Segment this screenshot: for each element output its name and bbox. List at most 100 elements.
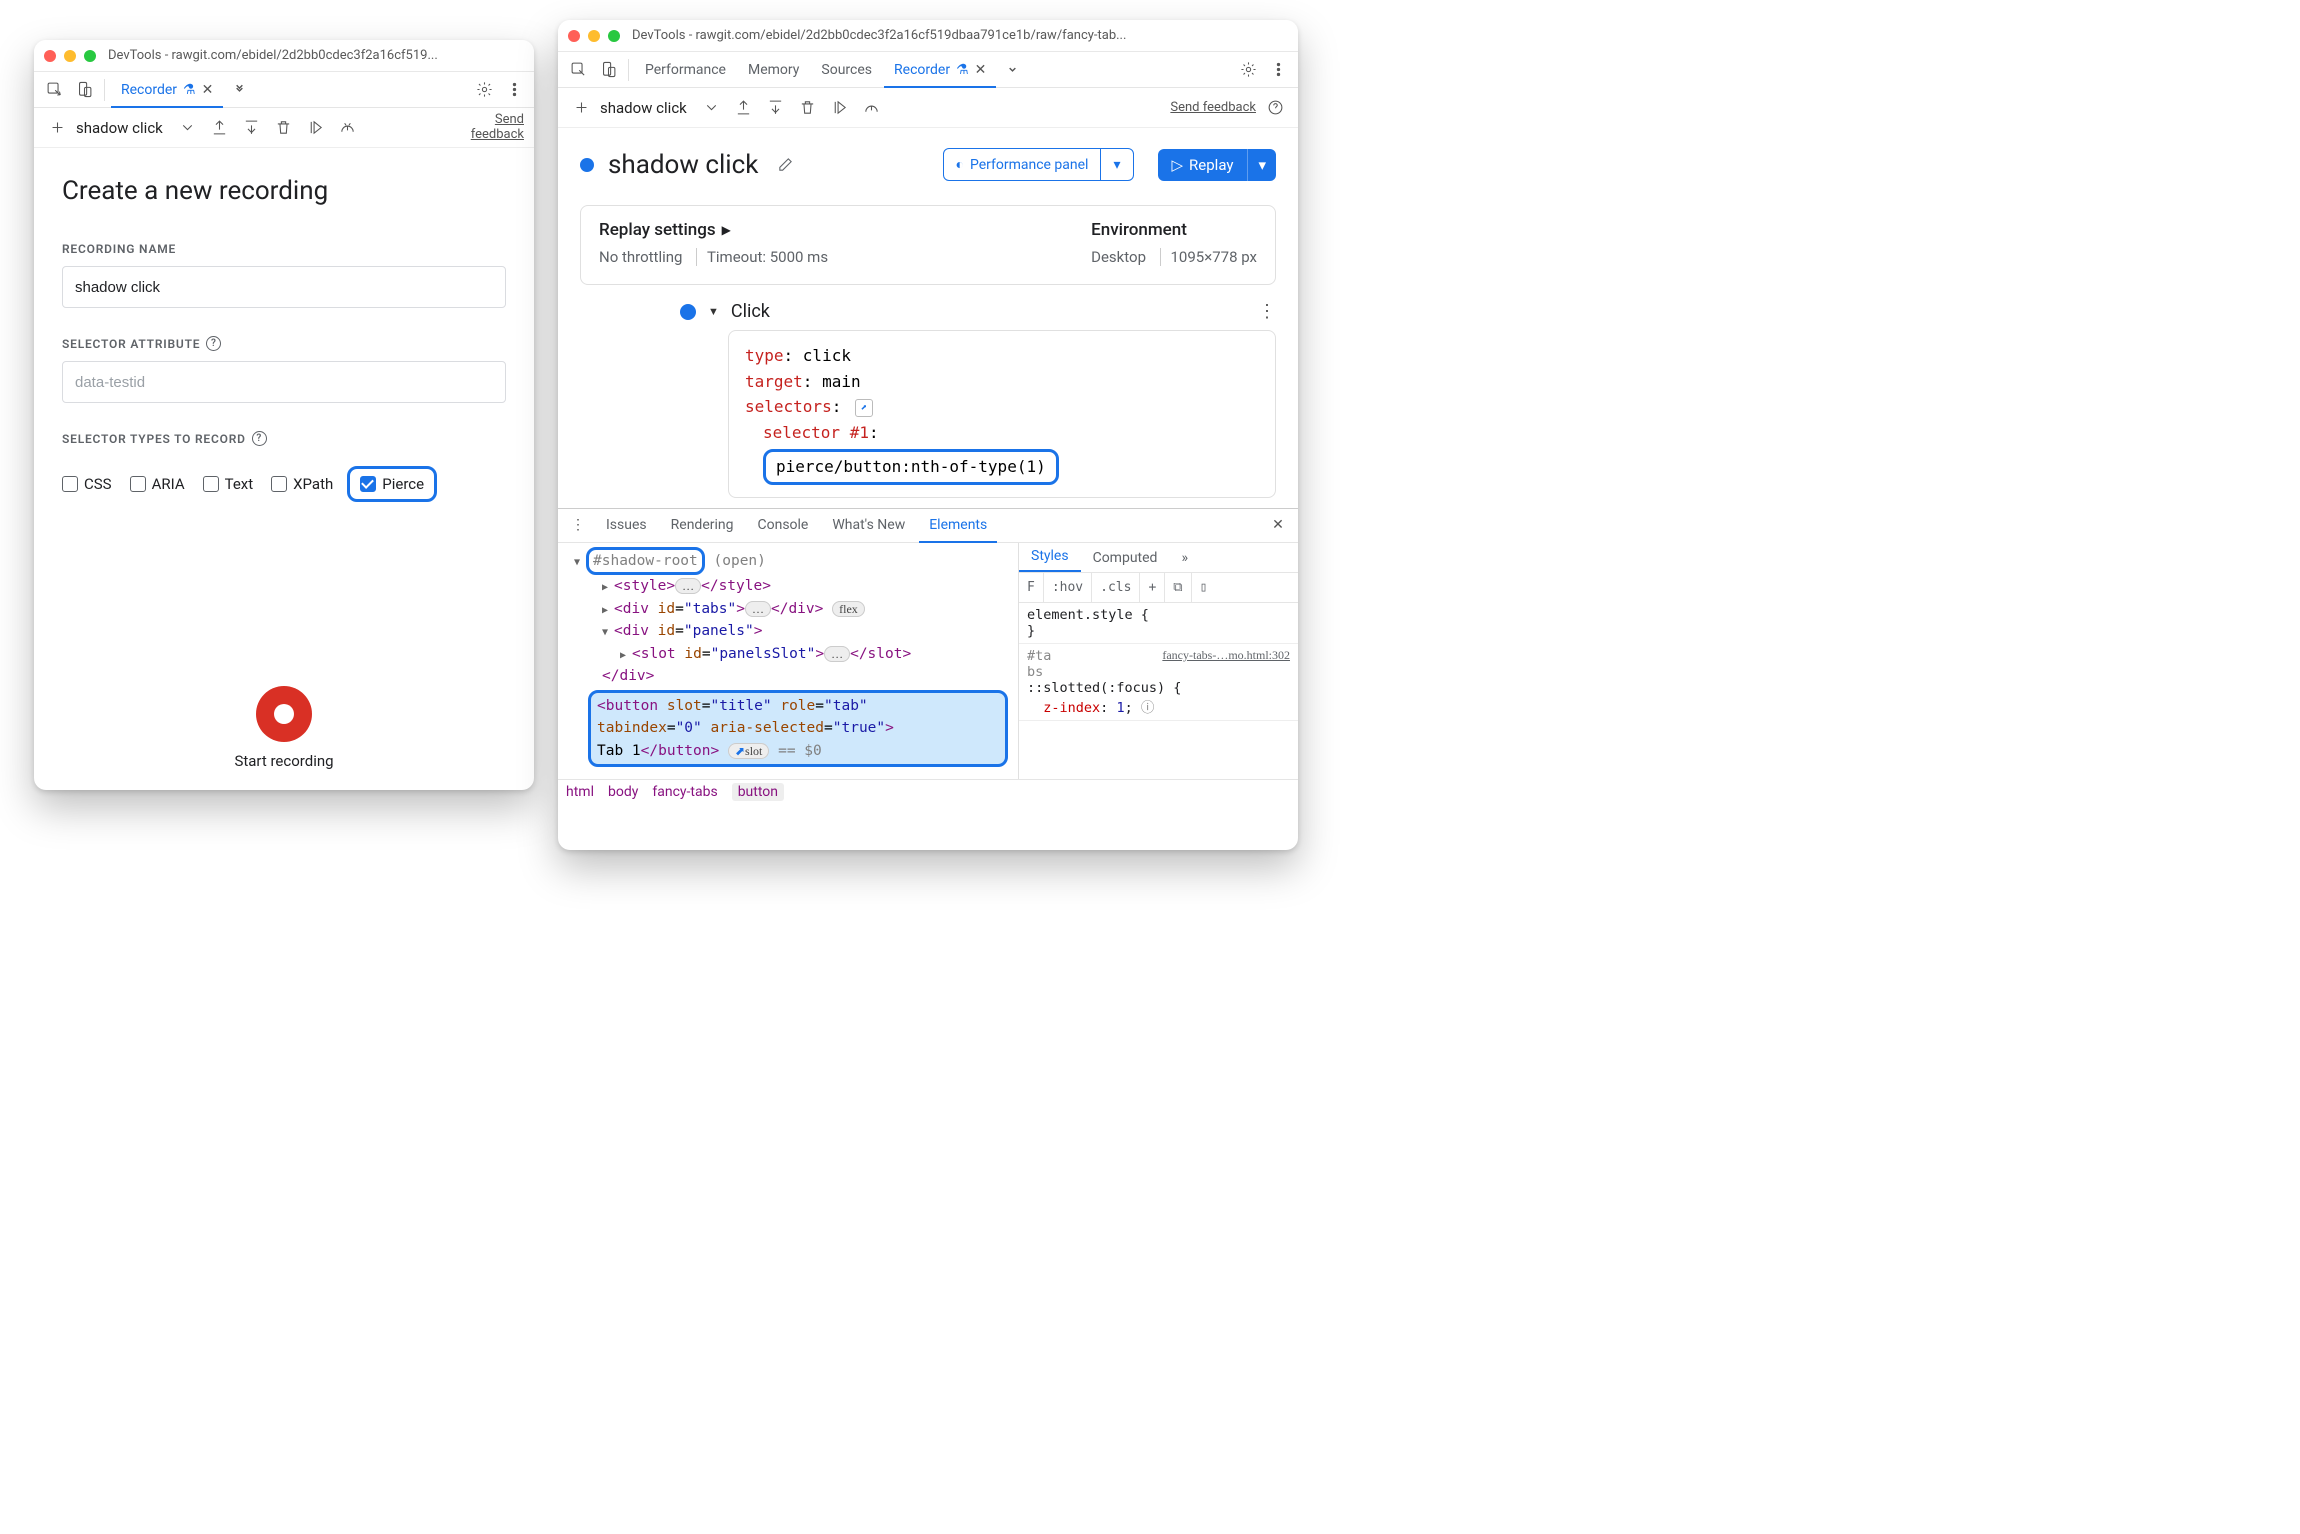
settings-icon[interactable] <box>1234 56 1262 84</box>
step-play-icon[interactable] <box>827 95 853 121</box>
devtools-tabstrip: Performance Memory Sources Recorder ⚗︎ ✕ <box>558 52 1298 88</box>
devtools-window-right: DevTools - rawgit.com/ebidel/2d2bb0cdec3… <box>558 20 1298 850</box>
inspect-icon[interactable] <box>40 76 68 104</box>
kebab-menu-icon[interactable] <box>1264 56 1292 84</box>
settings-icon[interactable] <box>470 76 498 104</box>
step-play-icon[interactable] <box>303 115 329 141</box>
breadcrumb[interactable]: html body fancy-tabs button <box>558 779 1298 805</box>
tab-performance[interactable]: Performance <box>635 52 736 87</box>
close-window-icon[interactable] <box>44 50 56 62</box>
devtools-window-left: DevTools - rawgit.com/ebidel/2d2bb0cdec3… <box>34 40 534 790</box>
panel-dropdown-icon[interactable]: ▾ <box>1100 149 1132 180</box>
export-icon[interactable] <box>731 95 757 121</box>
crumb-body[interactable]: body <box>608 784 638 800</box>
replay-settings-card: Replay settings ▶ No throttling Timeout:… <box>580 205 1276 285</box>
new-style-rule-icon[interactable]: + <box>1140 573 1165 602</box>
help-icon[interactable]: ? <box>252 431 267 446</box>
close-tab-icon[interactable]: ✕ <box>202 82 214 98</box>
computed-toggle-icon[interactable]: ⧉ <box>1165 573 1191 602</box>
styles-tab-styles[interactable]: Styles <box>1019 542 1081 572</box>
kebab-menu-icon[interactable] <box>500 76 528 104</box>
export-icon[interactable] <box>207 115 233 141</box>
checkbox-pierce[interactable]: Pierce <box>360 475 424 493</box>
step-row-click[interactable]: ▼ Click ⋮ <box>580 301 1276 322</box>
tab-recorder[interactable]: Recorder ⚗︎ ✕ <box>111 72 223 107</box>
delete-icon[interactable] <box>795 95 821 121</box>
checkbox-aria[interactable]: ARIA <box>130 466 185 502</box>
start-recording-button[interactable] <box>256 686 312 742</box>
flow-title: shadow click <box>608 150 758 180</box>
shadow-root-highlight: #shadow-root <box>586 547 705 575</box>
performance-panel-button[interactable]: ◐Performance panel ▾ <box>943 148 1134 181</box>
styles-pane: Styles Computed » F :hov .cls + ⧉ ▯ elem… <box>1018 543 1298 779</box>
crumb-fancy-tabs[interactable]: fancy-tabs <box>652 784 717 800</box>
step-menu-icon[interactable]: ⋮ <box>1258 301 1276 322</box>
drawer-tab-issues[interactable]: Issues <box>596 509 657 542</box>
dropdown-icon[interactable] <box>699 95 725 121</box>
replay-dropdown-icon[interactable]: ▾ <box>1247 149 1276 181</box>
style-rule-slotted[interactable]: fancy-tabs-…mo.html:302 #tabs ::slotted(… <box>1019 644 1298 721</box>
inspect-icon[interactable] <box>564 56 592 84</box>
style-rule-element[interactable]: element.style {} <box>1019 603 1298 644</box>
pierce-highlight: Pierce <box>347 466 437 502</box>
slow-replay-icon[interactable] <box>335 115 361 141</box>
crumb-button[interactable]: button <box>732 783 784 801</box>
tab-recorder[interactable]: Recorder ⚗︎ ✕ <box>884 52 996 87</box>
styles-filter-input[interactable]: F <box>1019 573 1044 602</box>
help-icon[interactable]: ? <box>206 336 221 351</box>
edit-name-icon[interactable] <box>772 152 798 178</box>
checkbox-css[interactable]: CSS <box>62 466 112 502</box>
styles-tab-computed[interactable]: Computed <box>1081 544 1170 572</box>
send-feedback-link[interactable]: Send feedback <box>1170 100 1256 115</box>
add-recording-icon[interactable] <box>44 115 70 141</box>
add-recording-icon[interactable] <box>568 95 594 121</box>
crumb-html[interactable]: html <box>566 784 594 800</box>
selector-picker-icon[interactable]: ⬈ <box>855 399 873 417</box>
send-feedback-link[interactable]: Send feedback <box>464 113 524 142</box>
collapse-icon[interactable]: ▼ <box>708 305 719 318</box>
drawer-tab-elements[interactable]: Elements <box>919 509 997 542</box>
selector-attribute-input[interactable] <box>62 361 506 403</box>
drawer-tab-rendering[interactable]: Rendering <box>661 509 744 542</box>
delete-icon[interactable] <box>271 115 297 141</box>
dom-tree[interactable]: ▼#shadow-root (open) ▶<style>…</style> ▶… <box>558 543 1018 779</box>
timeout-value: Timeout: 5000 ms <box>696 248 828 266</box>
recording-name-input[interactable] <box>62 266 506 308</box>
more-tabs-icon[interactable] <box>998 56 1026 84</box>
dropdown-icon[interactable] <box>175 115 201 141</box>
maximize-window-icon[interactable] <box>608 30 620 42</box>
slow-replay-icon[interactable] <box>859 95 885 121</box>
tab-memory[interactable]: Memory <box>738 52 809 87</box>
rule-source-link[interactable]: fancy-tabs-…mo.html:302 <box>1162 648 1290 663</box>
tab-sources[interactable]: Sources <box>811 52 882 87</box>
checkbox-text[interactable]: Text <box>203 466 254 502</box>
device-value: Desktop <box>1091 248 1146 266</box>
expand-icon: ▶ <box>722 223 731 237</box>
styles-more-tabs-icon[interactable]: » <box>1169 544 1200 572</box>
sidebar-toggle-icon[interactable]: ▯ <box>1192 573 1216 602</box>
more-tabs-icon[interactable] <box>225 76 253 104</box>
help-icon[interactable] <box>1262 95 1288 121</box>
close-tab-icon[interactable]: ✕ <box>975 62 987 78</box>
device-toggle-icon[interactable] <box>594 56 622 84</box>
step-name: Click <box>731 301 770 322</box>
device-toggle-icon[interactable] <box>70 76 98 104</box>
hov-toggle[interactable]: :hov <box>1044 573 1092 602</box>
replay-button[interactable]: ▷Replay ▾ <box>1158 149 1277 181</box>
maximize-window-icon[interactable] <box>84 50 96 62</box>
minimize-window-icon[interactable] <box>588 30 600 42</box>
minimize-window-icon[interactable] <box>64 50 76 62</box>
import-icon[interactable] <box>763 95 789 121</box>
cls-toggle[interactable]: .cls <box>1092 573 1140 602</box>
drawer-tab-console[interactable]: Console <box>747 509 818 542</box>
replay-settings-heading[interactable]: Replay settings ▶ <box>599 220 828 240</box>
play-icon: ▷ <box>1172 156 1184 174</box>
start-recording-label: Start recording <box>62 752 506 770</box>
flask-icon: ⚗︎ <box>183 82 196 98</box>
drawer-menu-icon[interactable]: ⋮ <box>564 511 592 539</box>
drawer-tab-whatsnew[interactable]: What's New <box>822 509 915 542</box>
close-window-icon[interactable] <box>568 30 580 42</box>
checkbox-xpath[interactable]: XPath <box>271 466 333 502</box>
import-icon[interactable] <box>239 115 265 141</box>
close-drawer-icon[interactable]: ✕ <box>1264 511 1292 539</box>
